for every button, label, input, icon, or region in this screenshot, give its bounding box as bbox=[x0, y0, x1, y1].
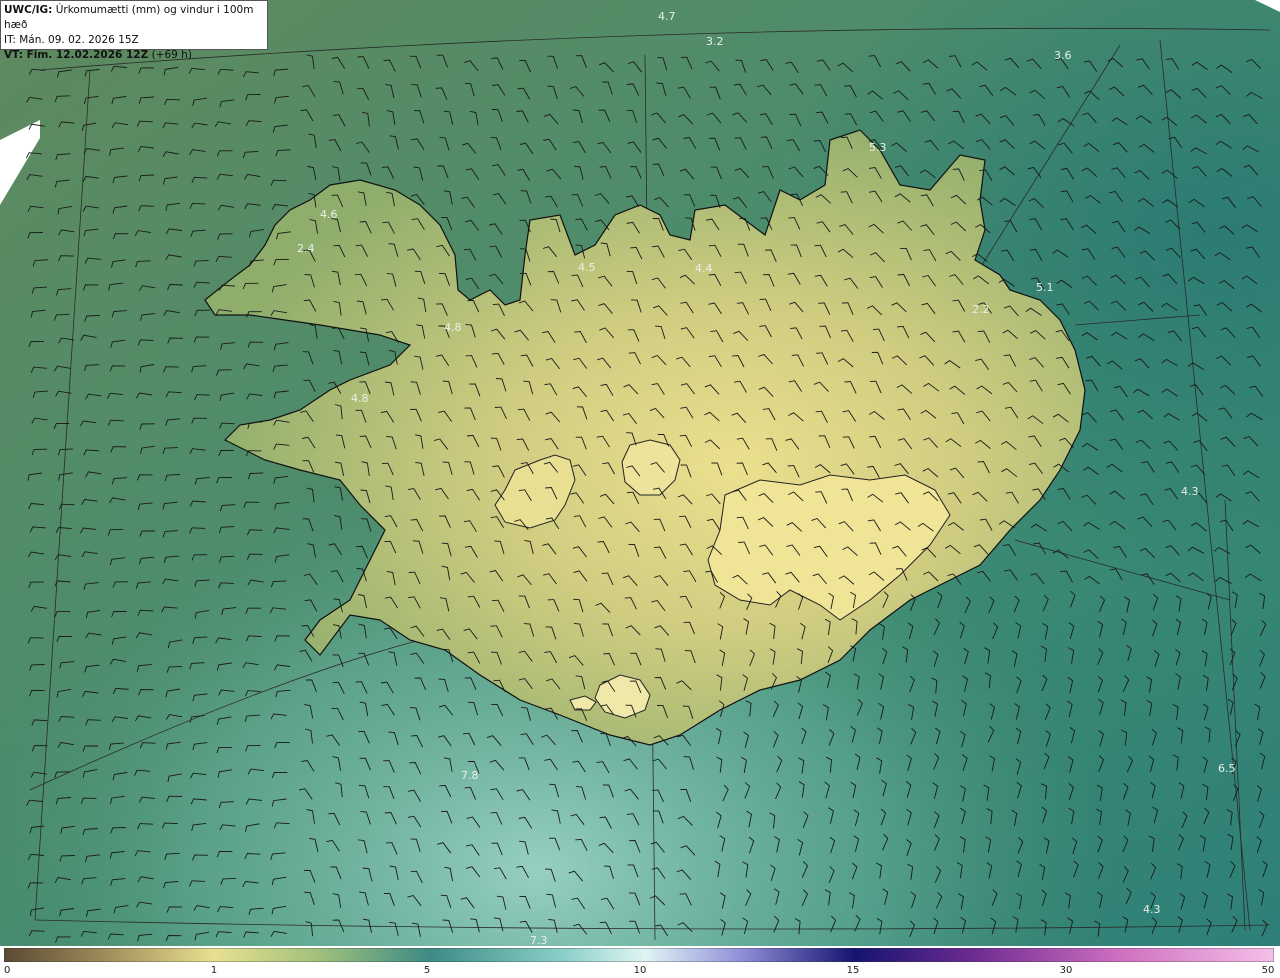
initial-time: IT: Mán. 09. 02. 2026 15Z bbox=[4, 34, 139, 46]
value-label: 4.5 bbox=[578, 261, 596, 274]
legend-tick: 15 bbox=[846, 965, 860, 976]
legend-tick: 5 bbox=[423, 965, 431, 976]
value-label: 7.3 bbox=[530, 934, 548, 946]
value-label: 6.5 bbox=[1218, 762, 1236, 775]
value-label: 4.6 bbox=[320, 208, 338, 221]
value-label: 4.8 bbox=[351, 392, 369, 405]
color-legend: 0 1 5 10 15 30 50 bbox=[0, 946, 1280, 978]
legend-tick: 0 bbox=[4, 965, 11, 976]
model-code: UWC/IG: bbox=[4, 4, 53, 16]
legend-tick: 50 bbox=[1261, 965, 1275, 976]
valid-time: VT: Fim. 12.02.2026 12Z bbox=[4, 49, 149, 61]
forecast-map: 4.7 3.2 3.6 5.3 4.6 2.4 4.5 4.4 5.1 2.2 … bbox=[0, 0, 1280, 978]
value-label: 5.3 bbox=[869, 141, 887, 154]
value-label: 5.1 bbox=[1036, 281, 1054, 294]
value-label: 4.3 bbox=[1181, 485, 1199, 498]
lead-time: (+69 h) bbox=[148, 49, 192, 61]
map-canvas: 4.7 3.2 3.6 5.3 4.6 2.4 4.5 4.4 5.1 2.2 … bbox=[0, 0, 1280, 946]
value-label: 4.8 bbox=[444, 321, 462, 334]
info-title-line: UWC/IG: Úrkomumætti (mm) og vindur i 100… bbox=[4, 3, 264, 33]
value-label: 2.2 bbox=[972, 303, 990, 316]
value-label: 4.3 bbox=[1143, 903, 1161, 916]
legend-tick: 30 bbox=[1059, 965, 1073, 976]
value-label: 4.7 bbox=[658, 10, 676, 23]
value-label: 3.2 bbox=[706, 35, 724, 48]
value-label: 3.6 bbox=[1054, 49, 1072, 62]
map-info-box: UWC/IG: Úrkomumætti (mm) og vindur i 100… bbox=[0, 0, 268, 61]
value-label: 2.4 bbox=[297, 242, 315, 255]
value-label: 7.8 bbox=[461, 769, 479, 782]
valid-time-line: VT: Fim. 12.02.2026 12Z (+69 h) bbox=[4, 48, 264, 63]
legend-colorbar bbox=[4, 948, 1274, 962]
legend-tick: 1 bbox=[210, 965, 218, 976]
legend-tick: 10 bbox=[633, 965, 647, 976]
value-label: 4.4 bbox=[695, 262, 713, 275]
